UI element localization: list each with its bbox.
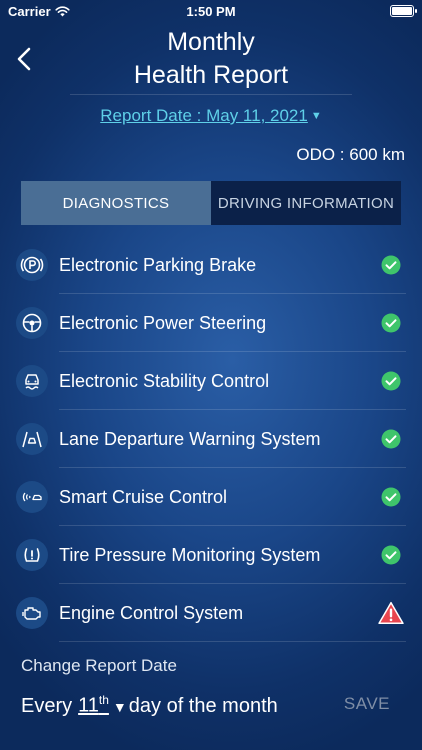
save-button[interactable]: SAVE — [344, 694, 390, 714]
system-label: Electronic Power Steering — [59, 312, 267, 333]
cruise-control-icon — [16, 481, 48, 513]
check-circle-icon — [381, 487, 401, 507]
report-date-text: Report Date : May 11, 2021 — [100, 106, 308, 125]
list-item[interactable]: Tire Pressure Monitoring System — [0, 526, 422, 584]
page-title-line1: Monthly — [167, 28, 255, 56]
tab-diagnostics[interactable]: DIAGNOSTICS — [21, 181, 211, 225]
page-title-line2: Health Report — [133, 61, 289, 89]
list-item[interactable]: Electronic Parking Brake — [0, 236, 422, 294]
system-label: Tire Pressure Monitoring System — [59, 544, 321, 565]
system-label: Smart Cruise Control — [59, 486, 228, 507]
check-circle-icon — [381, 371, 401, 391]
tab-driving-information[interactable]: DRIVING INFORMATION — [211, 181, 401, 225]
day-suffix: th — [98, 693, 109, 707]
steering-wheel-icon — [16, 307, 48, 339]
list-item[interactable]: Electronic Stability Control — [0, 352, 422, 410]
stability-control-icon — [16, 365, 48, 397]
every-suffix: day of the month — [128, 694, 278, 717]
parking-brake-icon — [16, 249, 48, 281]
report-day-setting: Every 11th ▼ day of the month — [21, 693, 278, 718]
odometer-reading: ODO : 600 km — [296, 145, 405, 164]
list-item[interactable]: Engine Control System — [0, 584, 422, 642]
check-circle-icon — [381, 545, 401, 565]
status-bar: Carrier 1:50 PM — [0, 0, 422, 24]
system-label: Electronic Parking Brake — [59, 254, 257, 275]
day-selector[interactable]: 11th — [78, 693, 109, 718]
title-divider — [70, 94, 352, 95]
tire-pressure-icon — [16, 539, 48, 571]
tab-bar: DIAGNOSTICS DRIVING INFORMATION — [21, 181, 401, 225]
system-label: Electronic Stability Control — [59, 370, 270, 391]
diagnostics-list: Electronic Parking Brake Electronic Powe… — [0, 236, 422, 642]
list-item[interactable]: Electronic Power Steering — [0, 294, 422, 352]
lane-departure-icon — [16, 423, 48, 455]
every-prefix: Every — [21, 694, 73, 717]
engine-icon — [16, 597, 48, 629]
check-circle-icon — [381, 313, 401, 333]
report-date-selector[interactable]: Report Date : May 11, 2021 ▼ — [0, 106, 422, 126]
page-title: Monthly Health Report — [0, 26, 422, 92]
status-time: 1:50 PM — [186, 4, 236, 19]
warning-icon — [378, 601, 404, 625]
system-label: Engine Control System — [59, 602, 244, 623]
check-circle-icon — [381, 429, 401, 449]
caret-down-icon[interactable]: ▼ — [113, 699, 127, 715]
list-item[interactable]: Lane Departure Warning System — [0, 410, 422, 468]
check-circle-icon — [381, 255, 401, 275]
change-report-date-label: Change Report Date — [21, 656, 177, 675]
system-label: Lane Departure Warning System — [59, 428, 321, 449]
battery-icon — [390, 5, 417, 17]
list-item[interactable]: Smart Cruise Control — [0, 468, 422, 526]
chevron-down-icon: ▼ — [310, 110, 322, 122]
day-number: 11 — [78, 694, 99, 717]
